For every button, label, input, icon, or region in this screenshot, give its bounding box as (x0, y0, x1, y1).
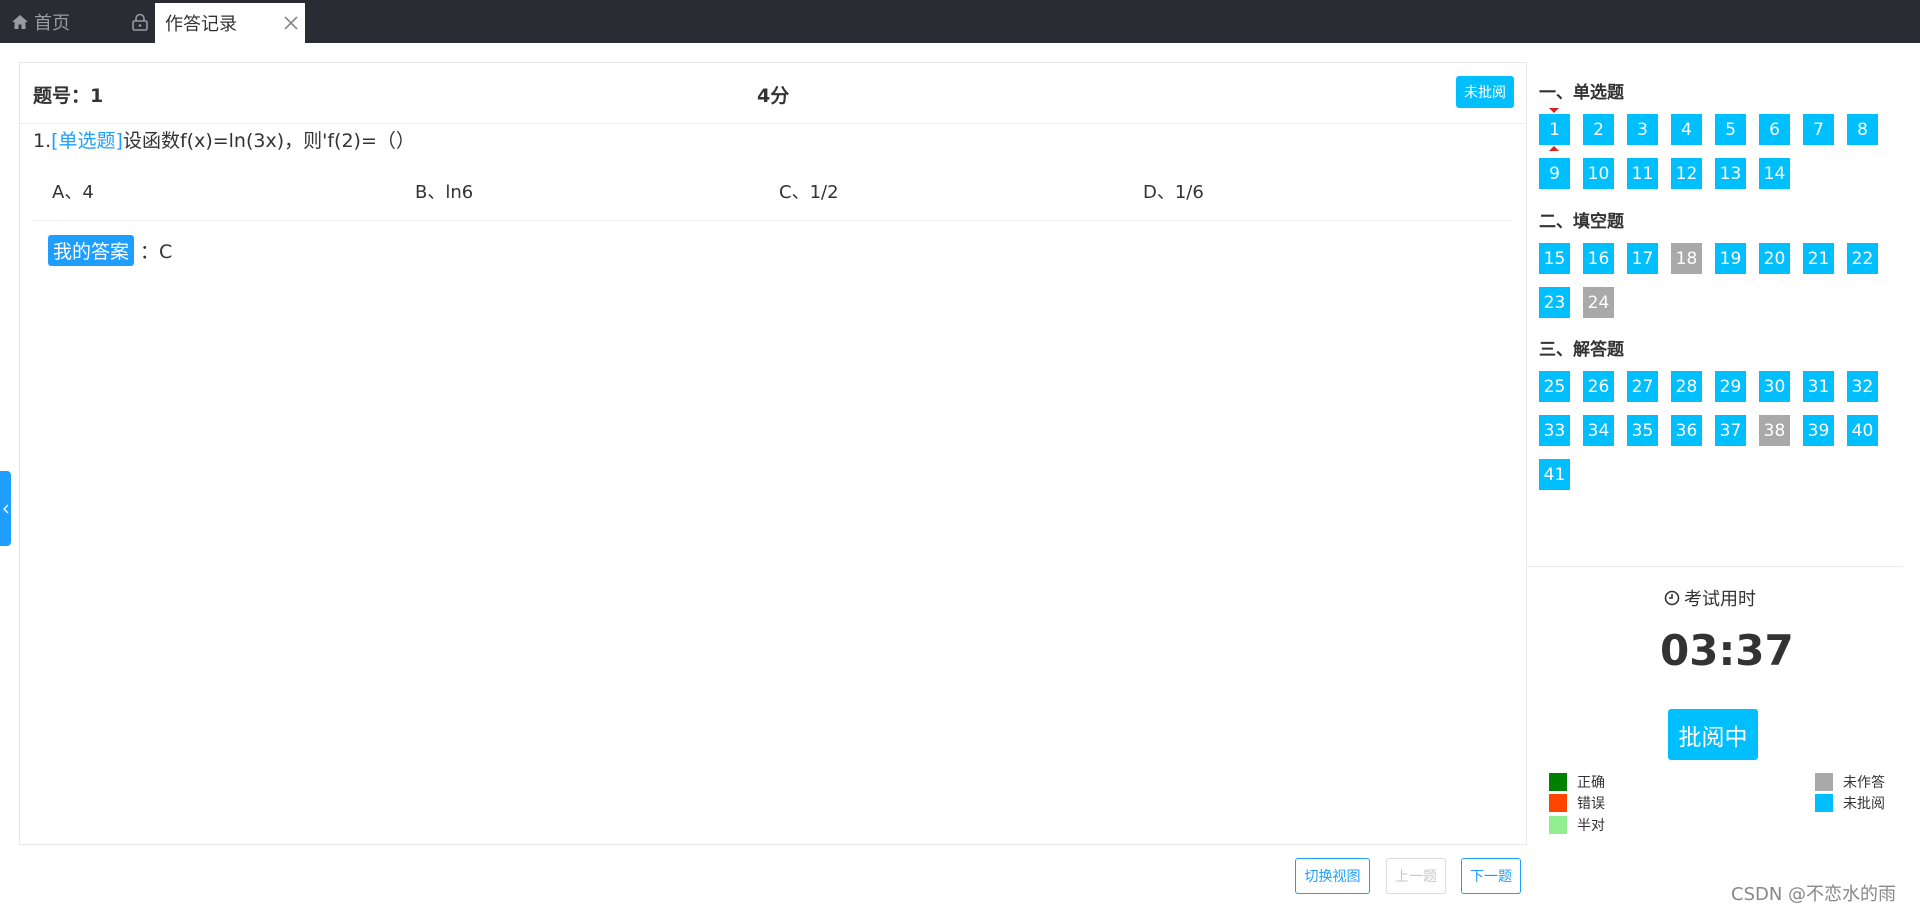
divider (33, 220, 1513, 221)
legend-swatch (1549, 816, 1567, 834)
question-nav-item[interactable]: 6 (1759, 114, 1790, 145)
question-nav-item[interactable]: 24 (1583, 287, 1614, 318)
question-nav-item[interactable]: 39 (1803, 415, 1834, 446)
question-nav-item[interactable]: 14 (1759, 158, 1790, 189)
legend-label: 半对 (1577, 818, 1605, 834)
watermark: CSDN @不恋水的雨 (1731, 884, 1897, 905)
question-nav-item[interactable]: 5 (1715, 114, 1746, 145)
question-nav-item[interactable]: 38 (1759, 415, 1790, 446)
question-nav-item[interactable]: 13 (1715, 158, 1746, 189)
legend-unreviewed: 未批阅 (1815, 793, 1885, 813)
option-d: D、1/6 (1143, 182, 1204, 203)
question-nav-item[interactable]: 34 (1583, 415, 1614, 446)
section-title: 三、解答题 (1539, 340, 1624, 360)
section-title: 二、填空题 (1539, 212, 1624, 232)
question-header: 题号：1 4分 未批阅 (20, 63, 1526, 124)
question-nav-item[interactable]: 27 (1627, 371, 1658, 402)
question-number: 题号：1 (33, 85, 104, 107)
stem-text: 设函数f(x)=ln(3x)，则'f(2)=（） (122, 130, 415, 152)
section-title: 一、单选题 (1539, 83, 1624, 103)
option-c: C、1/2 (779, 182, 839, 203)
question-stem: 1.[单选题]设函数f(x)=ln(3x)，则'f(2)=（） (33, 125, 415, 157)
timer-value: 03:37 (1660, 626, 1794, 675)
tab-answer-record[interactable]: 作答记录 (155, 3, 305, 43)
legend-correct: 正确 (1549, 772, 1605, 792)
question-nav-item[interactable]: 7 (1803, 114, 1834, 145)
options-row: A、4 B、ln6 C、1/2 D、1/6 (52, 173, 1512, 213)
question-nav-item[interactable]: 37 (1715, 415, 1746, 446)
question-nav-item[interactable]: 3 (1627, 114, 1658, 145)
my-answer-badge: 我的答案 (48, 235, 135, 266)
question-nav-item[interactable]: 20 (1759, 243, 1790, 274)
prev-question-button[interactable]: 上一题 (1386, 858, 1446, 894)
question-panel: 题号：1 4分 未批阅 1.[单选题]设函数f(x)=ln(3x)，则'f(2)… (19, 62, 1527, 845)
legend-label: 未作答 (1843, 775, 1885, 791)
timer-label-text: 考试用时 (1684, 589, 1756, 610)
stem-prefix: 1. (33, 130, 52, 152)
question-nav-item[interactable]: 30 (1759, 371, 1790, 402)
home-icon (12, 14, 28, 29)
collapse-handle[interactable] (0, 471, 11, 546)
question-nav-item[interactable]: 17 (1627, 243, 1658, 274)
my-answer: 我的答案 ：C (48, 235, 172, 266)
chevron-left-icon (2, 504, 8, 513)
legend-label: 正确 (1577, 775, 1605, 791)
question-nav-item[interactable]: 26 (1583, 371, 1614, 402)
question-nav-item[interactable]: 4 (1671, 114, 1702, 145)
review-status-button[interactable]: 未批阅 (1456, 76, 1514, 108)
current-marker-icon (1549, 108, 1559, 113)
question-nav-item[interactable]: 22 (1847, 243, 1878, 274)
question-nav-item[interactable]: 35 (1627, 415, 1658, 446)
question-nav-item[interactable]: 25 (1539, 371, 1570, 402)
option-a: A、4 (52, 182, 94, 203)
question-nav-item[interactable]: 12 (1671, 158, 1702, 189)
question-nav-item[interactable]: 33 (1539, 415, 1570, 446)
question-nav-item[interactable]: 19 (1715, 243, 1746, 274)
lock-icon[interactable] (131, 13, 149, 31)
question-nav-item[interactable]: 11 (1627, 158, 1658, 189)
option-b: B、ln6 (415, 182, 474, 203)
legend-unanswered: 未作答 (1815, 772, 1885, 792)
question-nav-item[interactable]: 29 (1715, 371, 1746, 402)
question-nav-item[interactable]: 32 (1847, 371, 1878, 402)
sidebar-divider (1525, 566, 1903, 567)
legend-swatch (1815, 773, 1833, 791)
question-nav-item[interactable]: 28 (1671, 371, 1702, 402)
legend-label: 未批阅 (1843, 796, 1885, 812)
timer-label: 考试用时 (1664, 585, 1756, 611)
close-icon[interactable] (283, 15, 299, 31)
question-type-tag: [单选题] (51, 130, 123, 152)
legend-swatch (1815, 794, 1833, 812)
next-question-button[interactable]: 下一题 (1461, 858, 1521, 894)
legend-wrong: 错误 (1549, 793, 1605, 813)
tab-home-label: 首页 (34, 12, 70, 34)
question-nav-item[interactable]: 31 (1803, 371, 1834, 402)
grading-status-button[interactable]: 批阅中 (1668, 709, 1758, 760)
tab-answer-record-label: 作答记录 (165, 14, 237, 35)
question-nav-item[interactable]: 21 (1803, 243, 1834, 274)
current-marker-icon (1549, 146, 1559, 151)
question-nav-item[interactable]: 23 (1539, 287, 1570, 318)
question-nav-item[interactable]: 2 (1583, 114, 1614, 145)
question-nav-item[interactable]: 18 (1671, 243, 1702, 274)
question-nav-item[interactable]: 1 (1539, 108, 1570, 151)
legend-half: 半对 (1549, 815, 1605, 835)
switch-view-button[interactable]: 切换视图 (1295, 858, 1370, 894)
question-nav-item[interactable]: 41 (1539, 459, 1570, 490)
question-nav-item[interactable]: 9 (1539, 158, 1570, 189)
legend-swatch (1549, 794, 1567, 812)
tab-home[interactable]: 首页 (12, 0, 70, 43)
legend-swatch (1549, 773, 1567, 791)
my-answer-value: ：C (140, 241, 173, 263)
question-score: 4分 (757, 85, 790, 107)
tab-bar: 首页 作答记录 (0, 0, 1920, 43)
question-nav-item[interactable]: 16 (1583, 243, 1614, 274)
question-nav-item[interactable]: 40 (1847, 415, 1878, 446)
question-nav-item[interactable]: 10 (1583, 158, 1614, 189)
legend-label: 错误 (1577, 796, 1605, 812)
question-nav-item[interactable]: 36 (1671, 415, 1702, 446)
clock-icon (1664, 590, 1680, 606)
question-nav-item[interactable]: 8 (1847, 114, 1878, 145)
question-nav-item[interactable]: 15 (1539, 243, 1570, 274)
